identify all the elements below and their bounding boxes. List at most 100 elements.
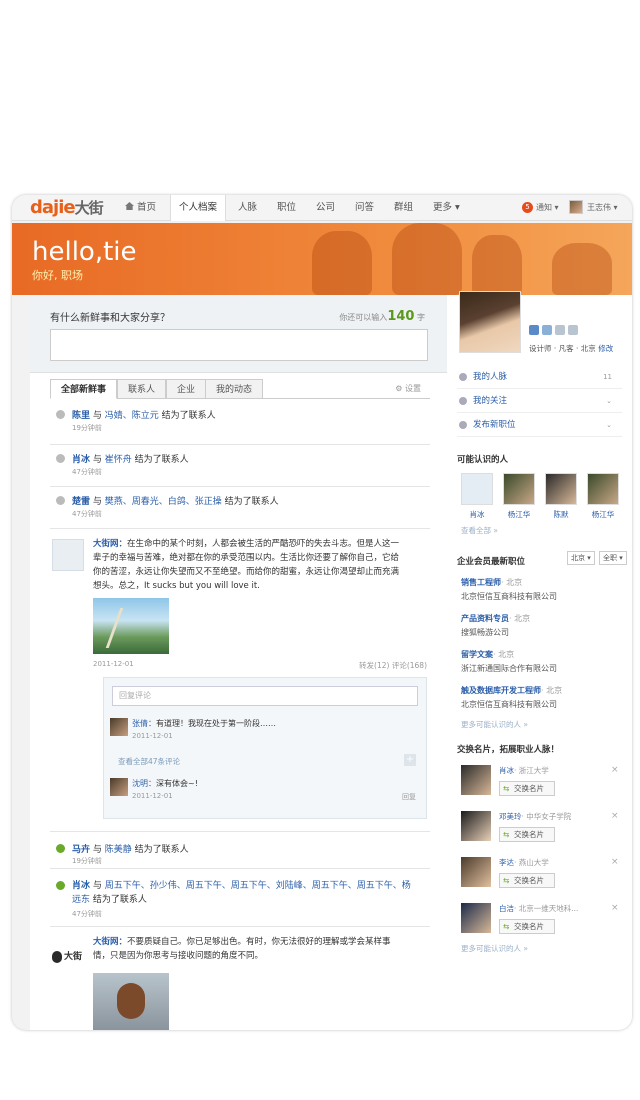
- more-link[interactable]: 更多可能认识的人 »: [461, 943, 528, 954]
- sidebar-item-following[interactable]: 我的关注 ⌄: [457, 389, 622, 413]
- job-item[interactable]: 留学文案· 北京 浙江新通国际合作有限公司: [461, 649, 557, 674]
- repost-link[interactable]: 转发(12): [359, 661, 389, 670]
- card-avatar[interactable]: [461, 903, 491, 933]
- dajie-logo[interactable]: dajie大街: [30, 197, 104, 218]
- feed-item: 马卉 与 陈美静 结为了联系人 19分钟前: [50, 831, 430, 869]
- post-actions: 转发(12) 评论(168): [359, 660, 427, 671]
- feed-time: 19分钟前: [72, 424, 102, 432]
- city-select[interactable]: 北京 ▾: [567, 551, 595, 565]
- pymk-avatar[interactable]: [503, 473, 535, 505]
- close-icon[interactable]: ×: [611, 903, 619, 913]
- nav-network[interactable]: 人脉: [230, 195, 265, 221]
- nav-more[interactable]: 更多 ▾: [425, 195, 468, 221]
- card-avatar[interactable]: [461, 811, 491, 841]
- weibo-icon[interactable]: [555, 325, 565, 335]
- post-image[interactable]: [93, 598, 169, 654]
- feed-time: 47分钟前: [72, 510, 102, 518]
- feed-targets[interactable]: 崔怀舟: [105, 455, 132, 465]
- pymk-name[interactable]: 杨江华: [583, 509, 623, 520]
- comment-date: 2011-12-01: [132, 732, 173, 740]
- expand-icon[interactable]: +: [404, 754, 416, 766]
- pymk-name[interactable]: 肖冰: [457, 509, 497, 520]
- post-author[interactable]: 大街网：: [93, 539, 127, 549]
- close-icon[interactable]: ×: [611, 811, 619, 821]
- comment-text: 沈明：深有体会~!: [132, 779, 198, 788]
- job-item[interactable]: 触及数据库开发工程师· 北京 北京恒信互商科技有限公司: [461, 685, 562, 710]
- comment-box: 回复评论 张倩：有道理！我现在处于第一阶段…… 2011-12-01 查看全部4…: [103, 677, 427, 819]
- commenter-avatar[interactable]: [110, 778, 128, 796]
- sidebar-item-post-job[interactable]: 发布新职位 ⌄: [457, 413, 622, 437]
- card-avatar[interactable]: [461, 857, 491, 887]
- nav-home[interactable]: 首页: [117, 195, 164, 221]
- exchange-card-button[interactable]: 交换名片: [499, 827, 555, 842]
- nav-companies[interactable]: 公司: [308, 195, 343, 221]
- pymk-avatar[interactable]: [587, 473, 619, 505]
- exchange-card-button[interactable]: 交换名片: [499, 873, 555, 888]
- feed-actor[interactable]: 楚雷: [72, 497, 90, 507]
- nav-qa[interactable]: 问答: [347, 195, 382, 221]
- qq-icon[interactable]: [568, 325, 578, 335]
- banner-subtitle: 你好, 职场: [32, 269, 83, 282]
- person-icon: [56, 844, 65, 853]
- post-author[interactable]: 大街网：: [93, 937, 127, 947]
- feed-actor[interactable]: 马卉: [72, 845, 90, 855]
- nav-groups[interactable]: 群组: [386, 195, 421, 221]
- profile-banner: hello,tie 你好, 职场: [12, 223, 632, 295]
- pymk-name[interactable]: 杨江华: [499, 509, 539, 520]
- comment-input[interactable]: 回复评论: [112, 686, 418, 706]
- card-avatar[interactable]: [461, 765, 491, 795]
- feed-time: 47分钟前: [72, 910, 102, 918]
- commenter-avatar[interactable]: [110, 718, 128, 736]
- job-item[interactable]: 产品资料专员· 北京 搜狐畅游公司: [461, 613, 530, 638]
- feed-targets[interactable]: 冯婧、陈立元: [105, 411, 159, 421]
- tab-contacts[interactable]: 联系人: [117, 379, 167, 399]
- share-input[interactable]: [50, 329, 428, 361]
- feed-actor[interactable]: 肖冰: [72, 881, 90, 891]
- tab-my-activity[interactable]: 我的动态: [205, 379, 264, 399]
- feed-settings-link[interactable]: ⚙ 设置: [395, 383, 421, 394]
- close-icon[interactable]: ×: [611, 857, 619, 867]
- exchange-card-button[interactable]: 交换名片: [499, 781, 555, 796]
- main-column: 有什么新鲜事和大家分享？ 你还可以输入140 字 全部新鲜事 联系人 企业 我的…: [30, 295, 447, 1030]
- renren-icon[interactable]: [529, 325, 539, 335]
- notification-badge[interactable]: 5: [522, 202, 533, 213]
- see-all-link[interactable]: 查看全部 »: [461, 525, 498, 536]
- banner-title: hello,tie: [32, 237, 137, 267]
- kaixin-icon[interactable]: [542, 325, 552, 335]
- dajie-small-logo[interactable]: 大街: [52, 943, 86, 971]
- type-select[interactable]: 全职 ▾: [599, 551, 627, 565]
- nav-jobs[interactable]: 职位: [269, 195, 304, 221]
- pymk-name[interactable]: 陈默: [541, 509, 581, 520]
- tab-companies[interactable]: 企业: [166, 379, 207, 399]
- user-menu[interactable]: 王志伟 ▾: [587, 195, 618, 221]
- feed-actor[interactable]: 肖冰: [72, 455, 90, 465]
- feed-actor[interactable]: 陈里: [72, 411, 90, 421]
- edit-profile-link[interactable]: 修改: [598, 344, 613, 353]
- more-link[interactable]: 更多可能认识的人 »: [461, 719, 528, 730]
- social-icons: [529, 325, 581, 338]
- sidebar-item-my-network[interactable]: 我的人脉 11: [457, 365, 622, 389]
- close-icon[interactable]: ×: [611, 765, 619, 775]
- cards-title: 交换名片，拓展职业人脉！: [457, 745, 560, 755]
- logo-main: dajie: [30, 197, 76, 218]
- post-image[interactable]: [93, 973, 169, 1030]
- comment-link[interactable]: 评论(168): [392, 661, 427, 670]
- job-item[interactable]: 销售工程师· 北京 北京恒信互商科技有限公司: [461, 577, 557, 602]
- reply-link[interactable]: 回复: [402, 792, 416, 802]
- feed-targets[interactable]: 陈美静: [105, 845, 132, 855]
- pymk-avatar[interactable]: [545, 473, 577, 505]
- view-all-comments-link[interactable]: 查看全部47条评论: [118, 756, 180, 767]
- profile-photo[interactable]: [459, 291, 521, 353]
- feed-targets[interactable]: 樊燕、周春光、白鸽、张正操: [105, 497, 222, 507]
- notification-link[interactable]: 通知 ▾: [536, 195, 559, 221]
- user-avatar[interactable]: [569, 200, 583, 214]
- comment-text: 张倩：有道理！我现在处于第一阶段……: [132, 719, 276, 728]
- exchange-card-button[interactable]: 交换名片: [499, 919, 555, 934]
- feed-tabs: 全部新鲜事 联系人 企业 我的动态: [50, 379, 430, 399]
- post-author-avatar[interactable]: [52, 539, 84, 571]
- pymk-avatar[interactable]: [461, 473, 493, 505]
- feed-item: 肖冰 与 崔怀舟 结为了联系人 47分钟前: [50, 445, 430, 487]
- nav-profile[interactable]: 个人档案: [170, 195, 227, 221]
- card-name: 肖冰· 浙江大学: [499, 766, 549, 775]
- tab-all-news[interactable]: 全部新鲜事: [50, 379, 118, 399]
